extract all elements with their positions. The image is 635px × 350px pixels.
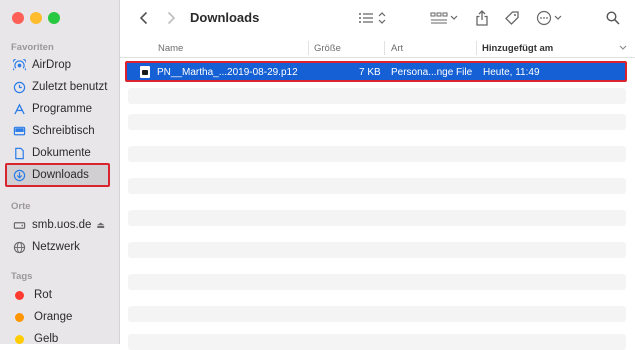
sidebar: Favoriten AirDrop Zuletzt benutzt Progra… [0, 0, 120, 345]
file-row-selected[interactable]: PN__Martha_...2019-08-29.p12 7 KB Person… [125, 61, 627, 82]
file-kind: Persona...nge File [391, 67, 473, 78]
forward-button[interactable] [163, 8, 179, 28]
favorites-section-label: Favoriten [11, 42, 54, 53]
empty-row [128, 274, 626, 290]
globe-icon [12, 240, 26, 254]
sidebar-item-label: AirDrop [32, 59, 71, 71]
zoom-window-button[interactable] [48, 12, 60, 24]
list-view-icon [359, 12, 386, 24]
yellow-tag-dot-icon [15, 334, 24, 344]
server-icon [12, 218, 26, 232]
download-icon [12, 168, 26, 182]
view-options-button[interactable] [357, 8, 389, 28]
file-size: 7 KB [359, 67, 381, 78]
back-button[interactable] [136, 8, 152, 28]
sidebar-item-smb-server[interactable]: smb.uos.de ⏏ [6, 215, 110, 235]
close-window-button[interactable] [12, 12, 24, 24]
document-icon [12, 146, 26, 160]
window-title: Downloads [190, 10, 260, 25]
column-divider[interactable] [308, 41, 309, 55]
column-header-kind[interactable]: Art [391, 43, 403, 54]
file-name: PN__Martha_...2019-08-29.p12 [157, 67, 298, 78]
sidebar-item-applications[interactable]: Programme [6, 99, 110, 119]
chevron-right-icon [167, 11, 176, 25]
empty-row [128, 114, 626, 130]
airdrop-icon [12, 58, 26, 72]
column-header-name[interactable]: Name [158, 43, 183, 54]
red-tag-dot-icon [15, 290, 24, 300]
sidebar-item-label: smb.uos.de [32, 219, 92, 231]
sidebar-item-desktop[interactable]: Schreibtisch [6, 121, 110, 141]
sidebar-item-label: Programme [32, 103, 93, 115]
sidebar-tag-red[interactable]: Rot [6, 285, 110, 305]
eject-icon[interactable]: ⏏ [96, 220, 105, 231]
sidebar-item-label: Orange [34, 311, 73, 323]
sidebar-item-label: Zuletzt benutzt [32, 81, 108, 93]
share-button[interactable] [474, 8, 490, 28]
file-list: PN__Martha_...2019-08-29.p12 7 KB Person… [120, 58, 635, 350]
sidebar-item-documents[interactable]: Dokumente [6, 143, 110, 163]
sidebar-item-label: Downloads [32, 169, 89, 181]
sidebar-item-downloads[interactable]: Downloads [5, 163, 110, 187]
finder-window: Favoriten AirDrop Zuletzt benutzt Progra… [0, 0, 635, 350]
sidebar-item-recents[interactable]: Zuletzt benutzt [6, 77, 110, 97]
desktop-icon [12, 124, 26, 138]
sidebar-item-airdrop[interactable]: AirDrop [6, 55, 110, 75]
chevron-left-icon [139, 11, 148, 25]
toolbar: Downloads [120, 0, 635, 38]
action-button[interactable] [535, 8, 565, 28]
share-icon [476, 10, 488, 26]
tag-button[interactable] [503, 8, 521, 28]
clock-icon [12, 80, 26, 94]
sidebar-item-label: Dokumente [32, 147, 91, 159]
minimize-window-button[interactable] [30, 12, 42, 24]
apps-icon [12, 102, 26, 116]
empty-row [128, 178, 626, 194]
locations-section-label: Orte [11, 201, 31, 212]
empty-row [128, 210, 626, 226]
sidebar-item-label: Rot [34, 289, 52, 301]
column-header-added[interactable]: Hinzugefügt am [482, 43, 553, 54]
column-divider[interactable] [384, 41, 385, 55]
search-button[interactable] [605, 8, 621, 28]
column-header-bar: Name Größe Art Hinzugefügt am [120, 39, 635, 58]
certificate-file-icon [140, 66, 150, 78]
tag-icon [505, 11, 519, 25]
sidebar-tag-orange[interactable]: Orange [6, 307, 110, 327]
sidebar-item-label: Netzwerk [32, 241, 80, 253]
group-button[interactable] [429, 8, 461, 28]
chevron-down-icon [619, 45, 627, 50]
tags-section-label: Tags [11, 271, 33, 282]
orange-tag-dot-icon [15, 312, 24, 322]
grid-icon [430, 12, 458, 24]
window-controls [12, 12, 60, 24]
empty-row [128, 306, 626, 322]
column-divider[interactable] [476, 41, 477, 55]
sidebar-item-network[interactable]: Netzwerk [6, 237, 110, 257]
empty-row [128, 146, 626, 162]
search-icon [606, 11, 620, 25]
file-date-added: Heute, 11:49 [483, 67, 540, 78]
more-icon [536, 10, 562, 26]
sidebar-item-label: Schreibtisch [32, 125, 95, 137]
empty-row [128, 242, 626, 258]
empty-row [128, 88, 626, 104]
column-header-size[interactable]: Größe [314, 43, 341, 54]
sidebar-item-label: Gelb [34, 333, 59, 345]
empty-row [128, 334, 626, 350]
sidebar-tag-yellow[interactable]: Gelb [6, 329, 110, 349]
